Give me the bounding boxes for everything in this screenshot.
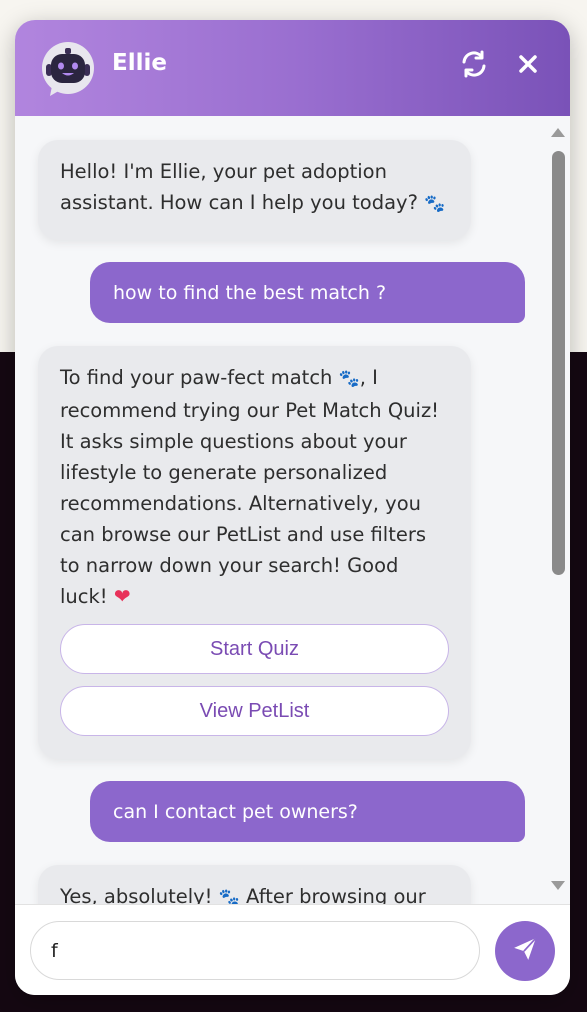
send-icon (512, 936, 538, 966)
bot-message-text: Yes, absolutely! (60, 885, 219, 904)
refresh-icon (460, 50, 488, 82)
refresh-button[interactable] (458, 50, 490, 82)
bot-message-text: , I recommend trying our Pet Match Quiz!… (60, 366, 440, 608)
chat-widget: Ellie Hello! I'm Ellie, your pet adoptio… (15, 20, 570, 995)
bot-message: To find your paw-fect match 🐾, I recomme… (38, 346, 471, 759)
close-button[interactable] (512, 50, 544, 82)
chat-header: Ellie (15, 20, 570, 116)
paw-icon: 🐾 (424, 194, 446, 214)
view-petlist-button[interactable]: View PetList (60, 686, 449, 736)
send-button[interactable] (495, 921, 555, 981)
user-message-text: how to find the best match ? (113, 281, 387, 304)
user-message-text: can I contact pet owners? (113, 800, 358, 823)
bot-message: Yes, absolutely! 🐾 After browsing our (38, 865, 471, 904)
bot-message-text: To find your paw-fect match (60, 366, 339, 389)
scroll-up-arrow[interactable] (551, 128, 565, 137)
paw-icon: 🐾 (218, 888, 240, 904)
start-quiz-button[interactable]: Start Quiz (60, 624, 449, 674)
robot-icon (40, 42, 96, 96)
paw-icon: 🐾 (338, 369, 360, 389)
message-list[interactable]: Hello! I'm Ellie, your pet adoption assi… (15, 116, 570, 904)
chat-title: Ellie (112, 50, 167, 76)
scroll-thumb[interactable] (552, 151, 565, 575)
user-message: can I contact pet owners? (90, 781, 525, 842)
scroll-down-arrow[interactable] (551, 881, 565, 890)
bot-message: Hello! I'm Ellie, your pet adoption assi… (38, 140, 471, 240)
scrollbar[interactable] (547, 116, 570, 904)
bot-message-text: After browsing our (239, 885, 426, 904)
close-icon (518, 54, 538, 78)
heart-icon: ❤ (113, 584, 131, 608)
input-bar (15, 904, 570, 995)
user-message: how to find the best match ? (90, 262, 525, 323)
bot-message-text: Hello! I'm Ellie, your pet adoption assi… (60, 160, 425, 214)
message-input[interactable] (30, 921, 480, 980)
